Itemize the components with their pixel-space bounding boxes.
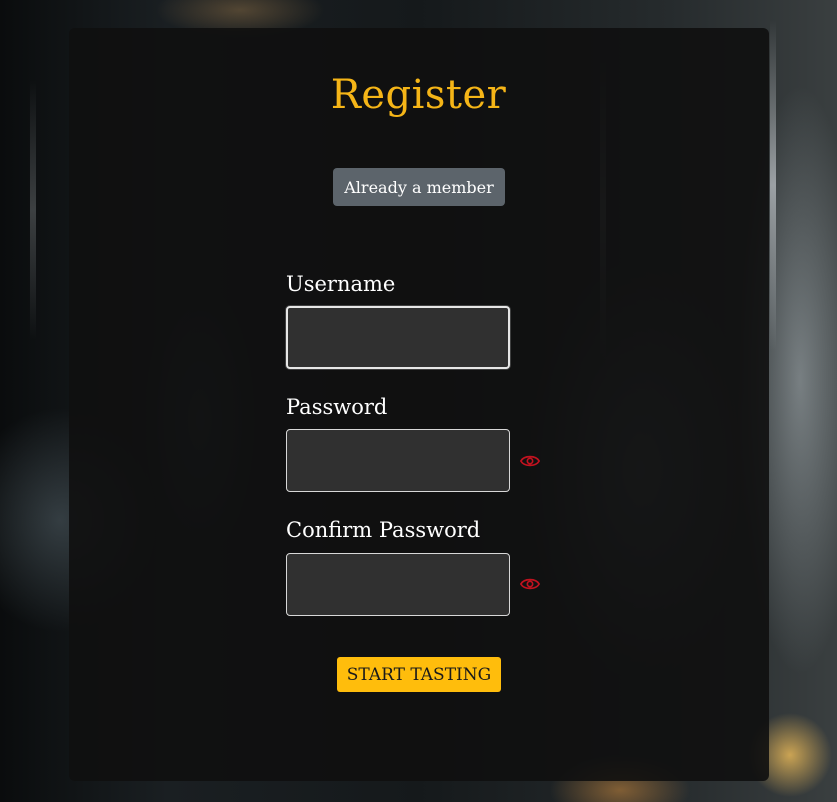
confirm-password-eye-icon[interactable] xyxy=(520,577,540,591)
glass-stem-decoration xyxy=(770,20,776,350)
already-member-button[interactable]: Already a member xyxy=(333,168,505,206)
start-tasting-button[interactable]: START TASTING xyxy=(337,657,501,692)
page-title: Register xyxy=(330,72,507,118)
password-eye-icon[interactable] xyxy=(520,454,540,468)
password-input[interactable] xyxy=(286,429,510,492)
username-label: Username xyxy=(286,272,396,296)
confirm-password-label: Confirm Password xyxy=(286,518,481,542)
glass-stem-decoration xyxy=(30,80,36,340)
confirm-password-input[interactable] xyxy=(286,553,510,616)
username-input[interactable] xyxy=(286,306,510,369)
password-label: Password xyxy=(286,395,388,419)
